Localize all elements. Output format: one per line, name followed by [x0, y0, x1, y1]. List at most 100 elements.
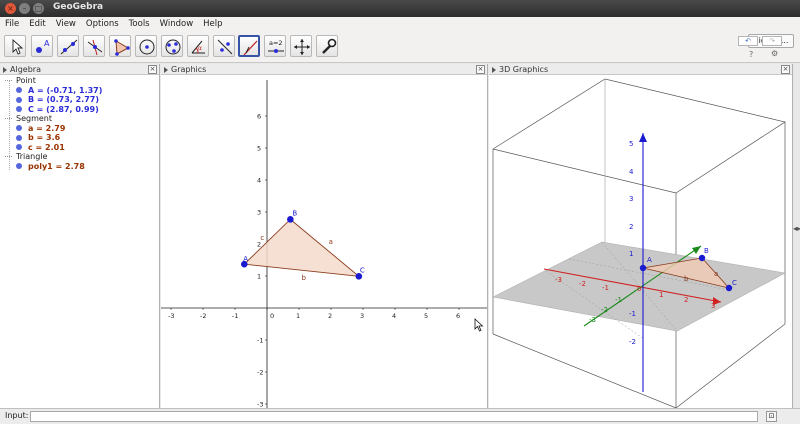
category-triangle[interactable]: Triangle — [0, 152, 158, 162]
mouse-cursor-icon — [474, 318, 484, 332]
tick-label-3d: 2 — [629, 223, 633, 231]
help-icon[interactable]: ? — [749, 50, 753, 59]
freehand-tool-button[interactable] — [238, 35, 260, 57]
circle-tool-button[interactable] — [135, 35, 157, 57]
perpendicular-tool-button[interactable] — [83, 35, 105, 57]
x-tick-label: 0 — [270, 312, 274, 320]
svg-text:A: A — [44, 39, 50, 48]
segment-label: c — [260, 234, 264, 242]
undo-button[interactable]: ↶ — [738, 36, 758, 46]
tick-label-3d: 2 — [684, 296, 688, 304]
polygon-icon — [114, 39, 130, 56]
y-tick-label: 5 — [257, 145, 261, 153]
freehand-pen-icon — [243, 40, 258, 56]
panel-collapse-icon[interactable] — [492, 67, 496, 73]
window-maximize-button[interactable]: □ — [33, 3, 44, 14]
algebra-item-point-a[interactable]: A = (-0.71, 1.37) — [0, 86, 158, 96]
wrench-icon — [322, 38, 337, 54]
visibility-toggle[interactable] — [16, 106, 22, 112]
x-tick-label: 2 — [328, 312, 332, 320]
category-segment[interactable]: Segment — [0, 114, 158, 124]
menu-options[interactable]: Options — [81, 17, 124, 31]
reflect-icon — [217, 39, 233, 55]
perpendicular-line-icon — [87, 39, 103, 56]
bounding-box — [492, 78, 786, 408]
graphics3d-canvas[interactable]: 5 4 3 2 1 -1 -2 -3 -2 -1 0 1 2 3 -3 -2 -1 A B C a b — [489, 76, 792, 408]
move-view-tool-button[interactable] — [290, 35, 312, 57]
algebra-close-button[interactable]: × — [148, 65, 157, 74]
graphics3d-close-button[interactable]: × — [781, 65, 790, 74]
algebra-item-poly1[interactable]: poly1 = 2.78 — [0, 162, 158, 172]
input-help-button[interactable]: ⊡ — [766, 411, 777, 422]
input-field[interactable] — [30, 411, 758, 422]
point-a-3d[interactable] — [639, 264, 647, 272]
visibility-toggle[interactable] — [16, 96, 22, 103]
menu-help[interactable]: Help — [198, 17, 227, 31]
y-tick-label: -3 — [257, 401, 263, 409]
graphics-canvas[interactable]: -3 -2 -1 0 1 2 3 4 5 6654321-1-2-3 abcABC — [161, 76, 487, 408]
algebra-item-segment-a[interactable]: a = 2.79 — [0, 124, 158, 134]
visibility-toggle[interactable] — [16, 163, 22, 169]
svg-text:a=2: a=2 — [269, 39, 283, 47]
angle-tool-button[interactable]: α — [187, 35, 209, 57]
triangle-poly1[interactable] — [243, 218, 361, 277]
cursor-arrow-icon — [12, 38, 24, 55]
tick-label-3d: 1 — [659, 291, 663, 299]
visibility-toggle[interactable] — [16, 144, 22, 150]
line-tool-button[interactable] — [57, 35, 79, 57]
tick-label-3d: -1 — [615, 296, 622, 304]
polygon-tool-button[interactable] — [109, 35, 131, 57]
menu-window[interactable]: Window — [155, 17, 199, 31]
z-axis-arrow — [639, 133, 647, 142]
segment-label: a — [714, 270, 718, 278]
algebra-panel-header: Algebra × — [0, 64, 159, 75]
segment-label: a — [329, 238, 333, 246]
algebra-item-point-b[interactable]: B = (0.73, 2.77) — [0, 95, 158, 105]
x-tick-label: -2 — [200, 312, 206, 320]
menu-tools[interactable]: Tools — [124, 17, 155, 31]
x-tick-label: 6 — [456, 312, 460, 320]
conic-tool-button[interactable] — [161, 35, 183, 57]
window-close-button[interactable]: × — [5, 3, 16, 14]
graphics-close-button[interactable]: × — [476, 65, 485, 74]
y-tick-label: 1 — [257, 273, 261, 281]
x-tick-label: 5 — [424, 312, 428, 320]
point-label: A — [243, 255, 248, 263]
svg-text:α: α — [198, 45, 202, 52]
panel-collapse-icon[interactable] — [164, 67, 168, 73]
reflect-tool-button[interactable] — [213, 35, 235, 57]
conic-icon — [165, 39, 181, 55]
menu-bar: File Edit View Options Tools Window Help — [0, 17, 800, 31]
move-view-arrows-icon — [294, 39, 310, 55]
algebra-item-point-c[interactable]: C = (2.87, 0.99) — [0, 105, 158, 115]
graphics3d-panel: 3D Graphics × 5 4 3 2 1 -1 -2 -3 -2 -1 0 1 2 3 -3 -2 -1 — [489, 64, 793, 408]
gear-icon[interactable]: ⚙ — [771, 49, 778, 58]
window-title: GeoGebra — [53, 2, 104, 12]
move-tool-button[interactable] — [4, 35, 26, 57]
graphics-panel-title: Graphics — [171, 65, 207, 74]
tick-label-3d: -1 — [602, 284, 609, 292]
algebra-item-segment-c[interactable]: c = 2.01 — [0, 143, 158, 153]
slider-tool-button[interactable]: a=2 — [264, 35, 286, 57]
window-minimize-button[interactable]: – — [19, 3, 30, 14]
y-tick-label: 3 — [257, 209, 261, 217]
settings-tool-button[interactable] — [316, 35, 338, 57]
panel-resize-handle[interactable]: ◂▸ — [793, 224, 800, 233]
menu-edit[interactable]: Edit — [24, 17, 50, 31]
x-tick-label: 1 — [296, 312, 300, 320]
visibility-toggle[interactable] — [16, 87, 22, 93]
panel-collapse-icon[interactable] — [3, 67, 7, 73]
box-edge — [675, 323, 786, 408]
menu-file[interactable]: File — [0, 17, 24, 31]
point-b-3d[interactable] — [698, 254, 706, 262]
algebra-item-segment-b[interactable]: b = 3.6 — [0, 133, 158, 143]
point-tool-button[interactable]: A — [31, 35, 53, 57]
category-point[interactable]: Point — [0, 76, 158, 86]
tick-label-3d: -1 — [629, 310, 636, 318]
visibility-toggle[interactable] — [16, 134, 22, 141]
y-axis-arrow — [692, 246, 701, 254]
visibility-toggle[interactable] — [16, 125, 22, 131]
menu-view[interactable]: View — [51, 17, 81, 31]
redo-button[interactable]: ↷ — [762, 36, 782, 46]
graphics3d-panel-header: 3D Graphics × — [489, 64, 792, 75]
